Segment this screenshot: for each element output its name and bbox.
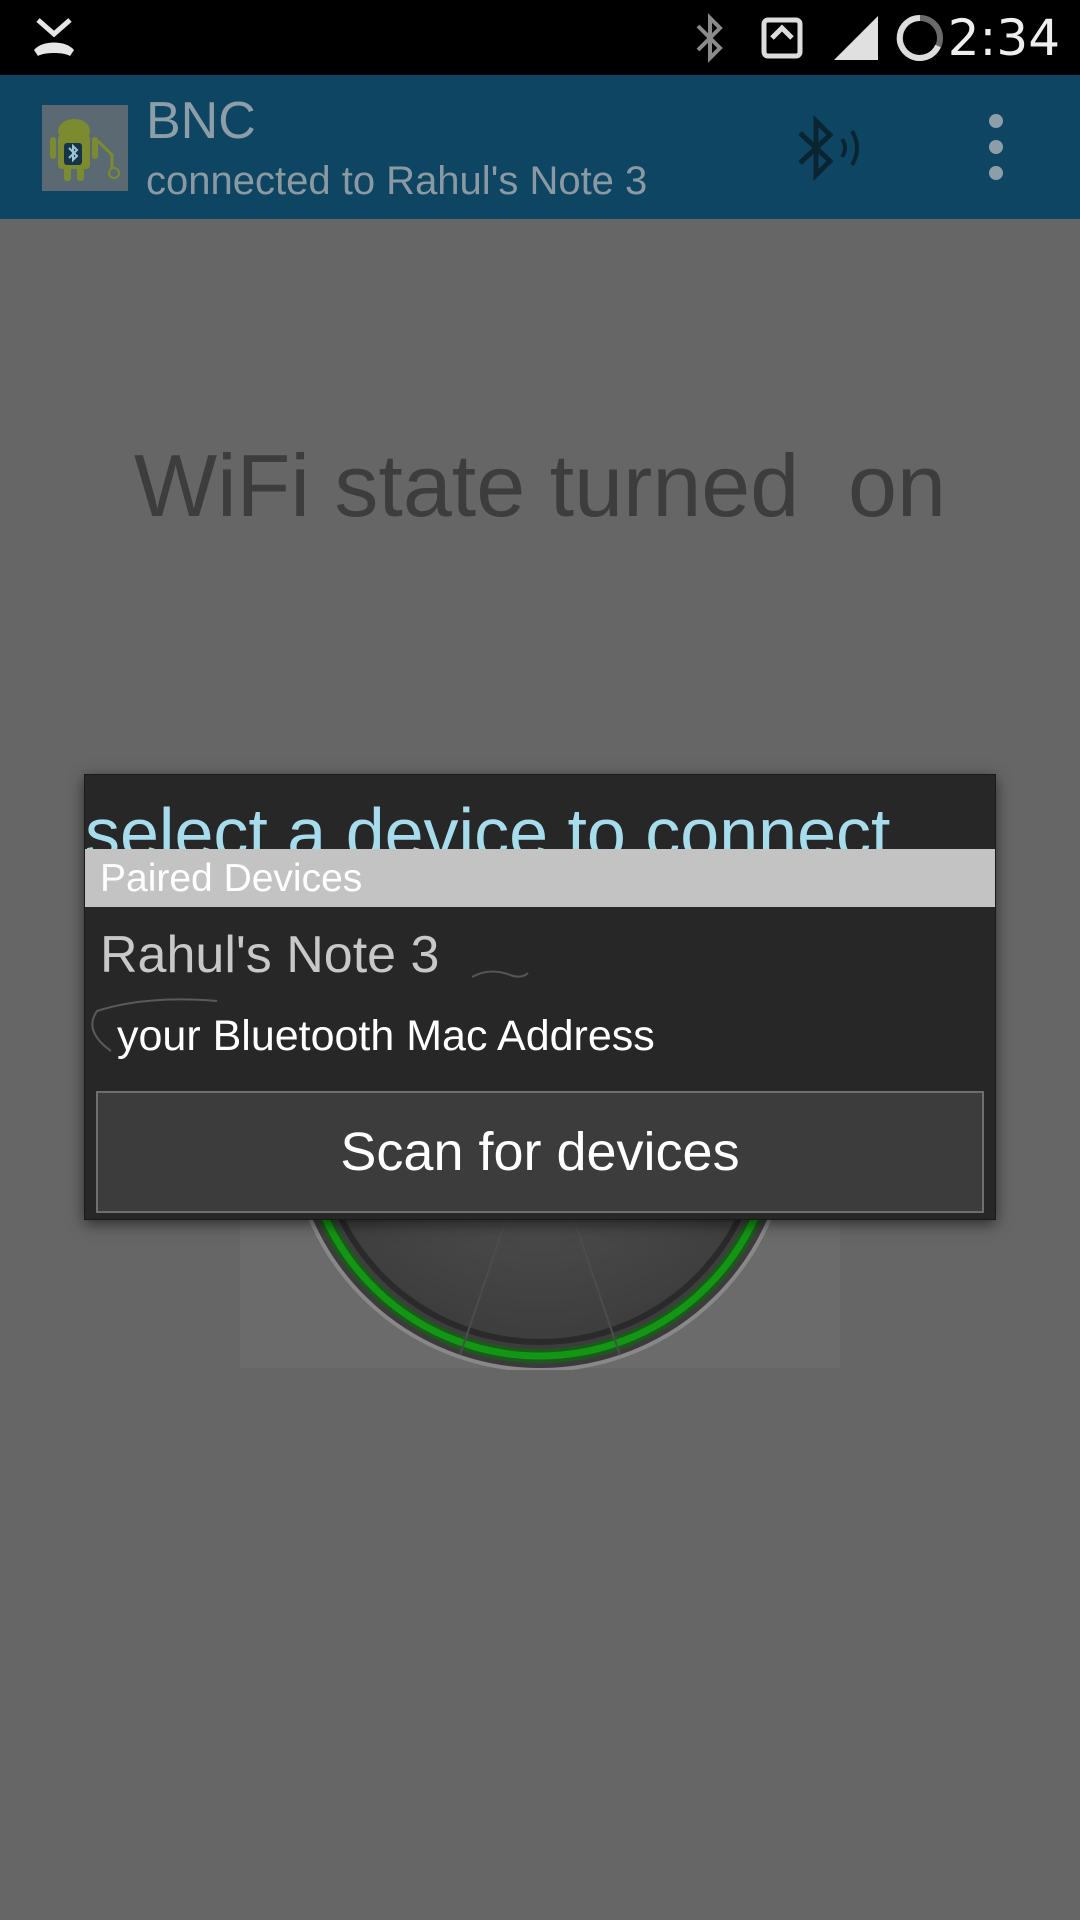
app-logo-icon (42, 105, 128, 191)
app-subtitle: connected to Rahul's Note 3 (146, 159, 648, 203)
scan-for-devices-button[interactable]: Scan for devices (96, 1091, 984, 1213)
paired-devices-label: Paired Devices (100, 857, 363, 900)
wifi-status-text: WiFi state turned on (134, 436, 946, 535)
app-bar: BNC connected to Rahul's Note 3 (0, 75, 1080, 219)
bluetooth-icon (696, 13, 723, 63)
sync-icon (761, 17, 803, 59)
signal-icon (834, 16, 878, 60)
app-title: BNC (146, 92, 256, 150)
status-time: 2:34 (947, 9, 1060, 67)
list-item-device[interactable]: Rahul's Note 3 (85, 911, 995, 1001)
overflow-menu-icon[interactable] (976, 109, 1016, 185)
status-bar: 2:34 (0, 0, 1080, 75)
device-name: Rahul's Note 3 (100, 926, 440, 984)
bluetooth-broadcast-icon[interactable] (790, 111, 870, 185)
device-picker-dialog: select a device to connect Paired Device… (84, 774, 996, 1220)
paired-devices-header: Paired Devices (85, 849, 995, 907)
bluetooth-mac-address-label: your Bluetooth Mac Address (117, 1012, 655, 1060)
bluetooth-mac-address-row: your Bluetooth Mac Address (85, 997, 995, 1069)
missed-call-icon (34, 18, 74, 56)
battery-icon (896, 14, 943, 61)
swirl-decoration-icon (471, 970, 529, 978)
